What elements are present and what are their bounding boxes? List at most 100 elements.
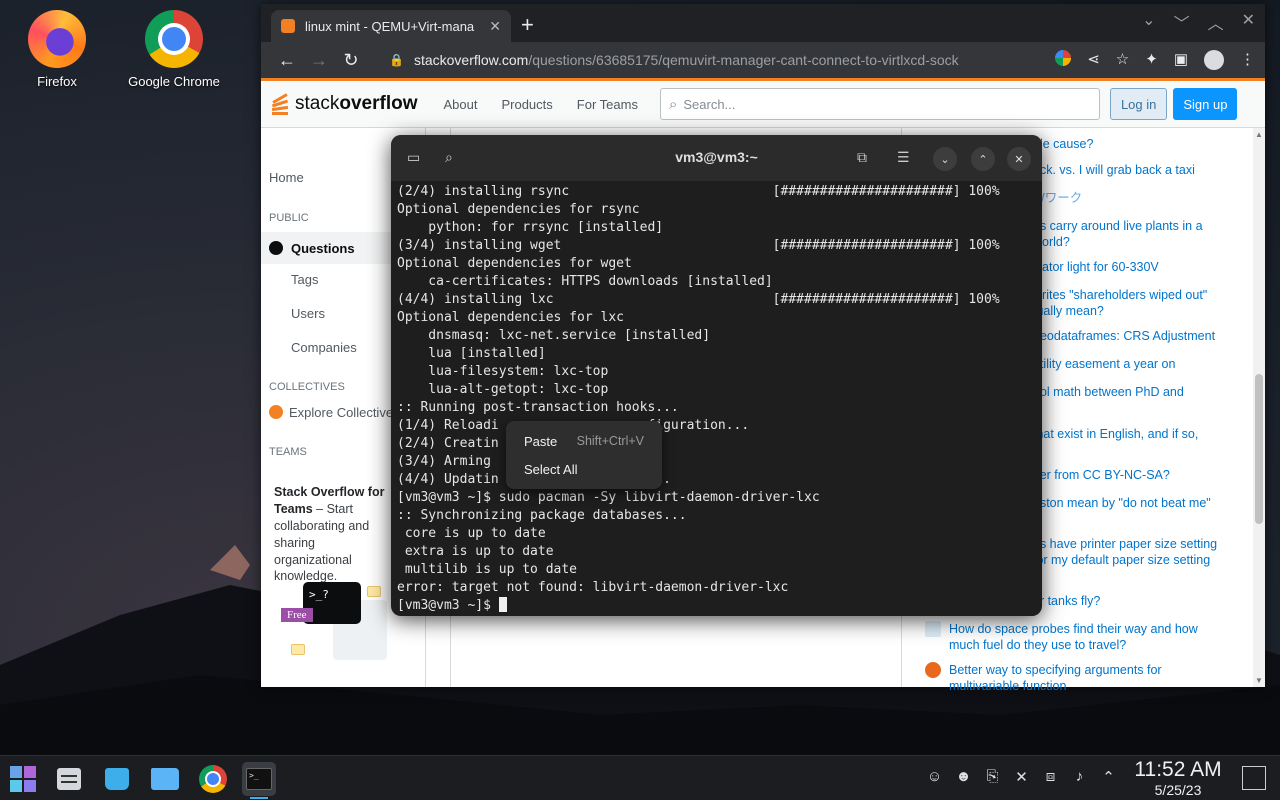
hot-question-link[interactable]: mat exist in English, and if so,: [1033, 426, 1198, 442]
search-icon: ⌕: [668, 95, 678, 113]
maximize-icon[interactable]: ︿: [1208, 10, 1224, 34]
menu-item-label: Select All: [524, 461, 578, 477]
start-menu-button[interactable]: [6, 762, 40, 796]
user-switch-icon[interactable]: ☻: [949, 768, 978, 786]
desktop-icon-chrome[interactable]: Google Chrome: [119, 10, 229, 89]
address-bar[interactable]: 🔒 stackoverflow.com/questions/63685175/q…: [377, 46, 1045, 74]
reload-button[interactable]: ↻: [335, 50, 367, 71]
taskbar-store[interactable]: [100, 762, 134, 796]
terminal-titlebar: ▭ ⌕ vm3@vm3:~ ⧉ ☰ ⌄ ⌃ ✕: [391, 135, 1042, 181]
hot-question-item[interactable]: Better way to specifying arguments for m…: [925, 662, 1215, 695]
browser-tab[interactable]: linux mint - QEMU+Virt-mana ✕: [271, 10, 511, 42]
hot-question-link[interactable]: es have printer paper size setting for m…: [1033, 536, 1233, 569]
hot-question-link[interactable]: eston mean by "do not beat me": [1033, 495, 1211, 511]
desktop-icon-firefox[interactable]: Firefox: [2, 10, 112, 89]
terminal-line: :: Running post-transaction hooks...: [397, 400, 679, 415]
sidebar-section-public: PUBLIC: [269, 212, 309, 224]
sidebar-item-users[interactable]: Users: [291, 306, 325, 321]
network-icon[interactable]: ⧈: [1036, 768, 1065, 786]
terminal-line: lua [installed]: [397, 346, 546, 361]
tray-expand-icon[interactable]: ⌃: [1094, 768, 1123, 786]
profile-avatar[interactable]: [1204, 50, 1224, 70]
new-tab-icon[interactable]: ⧉: [857, 149, 867, 166]
hot-question-link[interactable]: writes "shareholders wiped out" tually m…: [1033, 287, 1233, 320]
hot-question-link[interactable]: er tanks fly?: [1033, 593, 1100, 609]
taskbar-chrome[interactable]: [196, 762, 230, 796]
sidebar-item-label: Explore Collectives: [289, 405, 400, 420]
taskbar: >_ ☺ ☻ ⎘ ✕ ⧈ ♪ ⌃ 11:52 AM 5/25/23: [0, 755, 1280, 800]
file-manager-icon: [151, 768, 179, 790]
login-button[interactable]: Log in: [1109, 88, 1168, 120]
hot-question-link[interactable]: icator light for 60-330V: [1033, 259, 1159, 275]
terminal-line: (2/4) installing rsync [################…: [397, 184, 1000, 199]
clipboard-icon[interactable]: ⎘: [978, 768, 1007, 786]
hot-question-link[interactable]: ack. vs. I will grab back a taxi: [1033, 162, 1195, 178]
tab-title: linux mint - QEMU+Virt-mana: [305, 18, 475, 34]
google-lens-icon[interactable]: [1055, 50, 1072, 66]
text-cursor: [498, 597, 507, 612]
start-menu-icon: [10, 766, 36, 792]
window-controls: ⌄ ﹀ ︿ ✕: [1142, 10, 1255, 34]
new-tab-button[interactable]: +: [521, 12, 534, 38]
sidebar-item-label: Questions: [291, 240, 355, 256]
nav-products[interactable]: Products: [501, 97, 552, 112]
user-icon[interactable]: ☺: [920, 768, 949, 786]
terminal-line: (4/4) Updatin le...: [397, 472, 671, 487]
nav-for-teams[interactable]: For Teams: [577, 97, 638, 112]
taskbar-file-manager[interactable]: [148, 762, 182, 796]
sidebar-item-explore-collectives[interactable]: Explore Collectives: [269, 405, 400, 420]
system-tray: ☺ ☻ ⎘ ✕ ⧈ ♪ ⌃: [920, 768, 1123, 786]
scroll-up-icon[interactable]: ▲: [1255, 130, 1263, 139]
mute-icon[interactable]: ✕: [1007, 768, 1036, 786]
chrome-icon: [199, 765, 227, 793]
terminal-line: lua-alt-getopt: lxc-top: [397, 382, 609, 397]
minimize-icon[interactable]: ﹀: [1174, 10, 1190, 34]
scrollbar-thumb[interactable]: [1255, 374, 1263, 524]
extensions-icon[interactable]: ✦: [1145, 50, 1158, 70]
menu-item-select-all[interactable]: Select All: [512, 455, 656, 483]
taskbar-settings[interactable]: [52, 762, 86, 796]
close-button[interactable]: ✕: [1007, 147, 1031, 171]
signup-button[interactable]: Sign up: [1173, 88, 1238, 120]
share-icon[interactable]: ⋖: [1087, 50, 1100, 70]
volume-icon[interactable]: ♪: [1065, 768, 1094, 786]
hot-question-link[interactable]: geodataframes: CRS Adjustment: [1033, 328, 1215, 344]
side-panel-icon[interactable]: ▣: [1174, 50, 1188, 70]
terminal-output[interactable]: (2/4) installing rsync [################…: [391, 181, 1042, 616]
sidebar-item-tags[interactable]: Tags: [291, 272, 318, 287]
hot-question-link[interactable]: ble cause?: [1033, 136, 1093, 152]
minimize-button[interactable]: ⌄: [933, 147, 957, 171]
terminal-line: Optional dependencies for rsync: [397, 202, 640, 217]
so-logo[interactable]: stack overflow: [269, 91, 417, 117]
menu-item-paste[interactable]: Paste Shift+Ctrl+V: [512, 427, 656, 455]
sidebar-item-companies[interactable]: Companies: [291, 340, 357, 355]
menu-item-label: Paste: [524, 433, 558, 449]
hot-question-link[interactable]: ns carry around live plants in a world?: [1033, 218, 1233, 251]
bookmark-star-icon[interactable]: ☆: [1116, 50, 1129, 70]
sidebar-item-home[interactable]: Home: [269, 170, 304, 185]
hot-question-link[interactable]: ffer from CC BY-NC-SA?: [1033, 467, 1170, 483]
hot-question-item[interactable]: How do space probes find their way and h…: [925, 621, 1215, 654]
terminal-window: ▭ ⌕ vm3@vm3:~ ⧉ ☰ ⌄ ⌃ ✕ (2/4) installing…: [391, 135, 1042, 616]
logo-text-light: stack: [295, 93, 340, 114]
scroll-down-icon[interactable]: ▼: [1255, 676, 1263, 685]
show-desktop-button[interactable]: [1242, 766, 1266, 790]
close-icon[interactable]: ✕: [1242, 10, 1255, 34]
page-scrollbar[interactable]: ▲ ▼: [1253, 128, 1265, 687]
context-menu: Paste Shift+Ctrl+V Select All: [506, 421, 662, 489]
clock[interactable]: 11:52 AM 5/25/23: [1126, 758, 1230, 798]
hot-question-link[interactable]: utility easement a year on: [1033, 356, 1175, 372]
forward-button[interactable]: →: [303, 50, 335, 71]
back-button[interactable]: ←: [271, 50, 303, 71]
taskbar-terminal[interactable]: >_: [242, 762, 276, 799]
hot-question-link: How do space probes find their way and h…: [949, 622, 1198, 653]
hamburger-menu-icon[interactable]: ☰: [897, 149, 910, 166]
tab-close-icon[interactable]: ✕: [489, 18, 501, 35]
hot-question-link[interactable]: ool math between PhD and: [1033, 384, 1184, 400]
tab-bar: linux mint - QEMU+Virt-mana ✕ + ⌄ ﹀ ︿ ✕: [261, 4, 1265, 42]
maximize-button[interactable]: ⌃: [971, 147, 995, 171]
tab-search-chevron-icon[interactable]: ⌄: [1142, 10, 1155, 34]
search-input[interactable]: ⌕ Search...: [659, 88, 1100, 120]
kebab-menu-icon[interactable]: ⋮: [1240, 50, 1255, 70]
nav-about[interactable]: About: [443, 97, 477, 112]
